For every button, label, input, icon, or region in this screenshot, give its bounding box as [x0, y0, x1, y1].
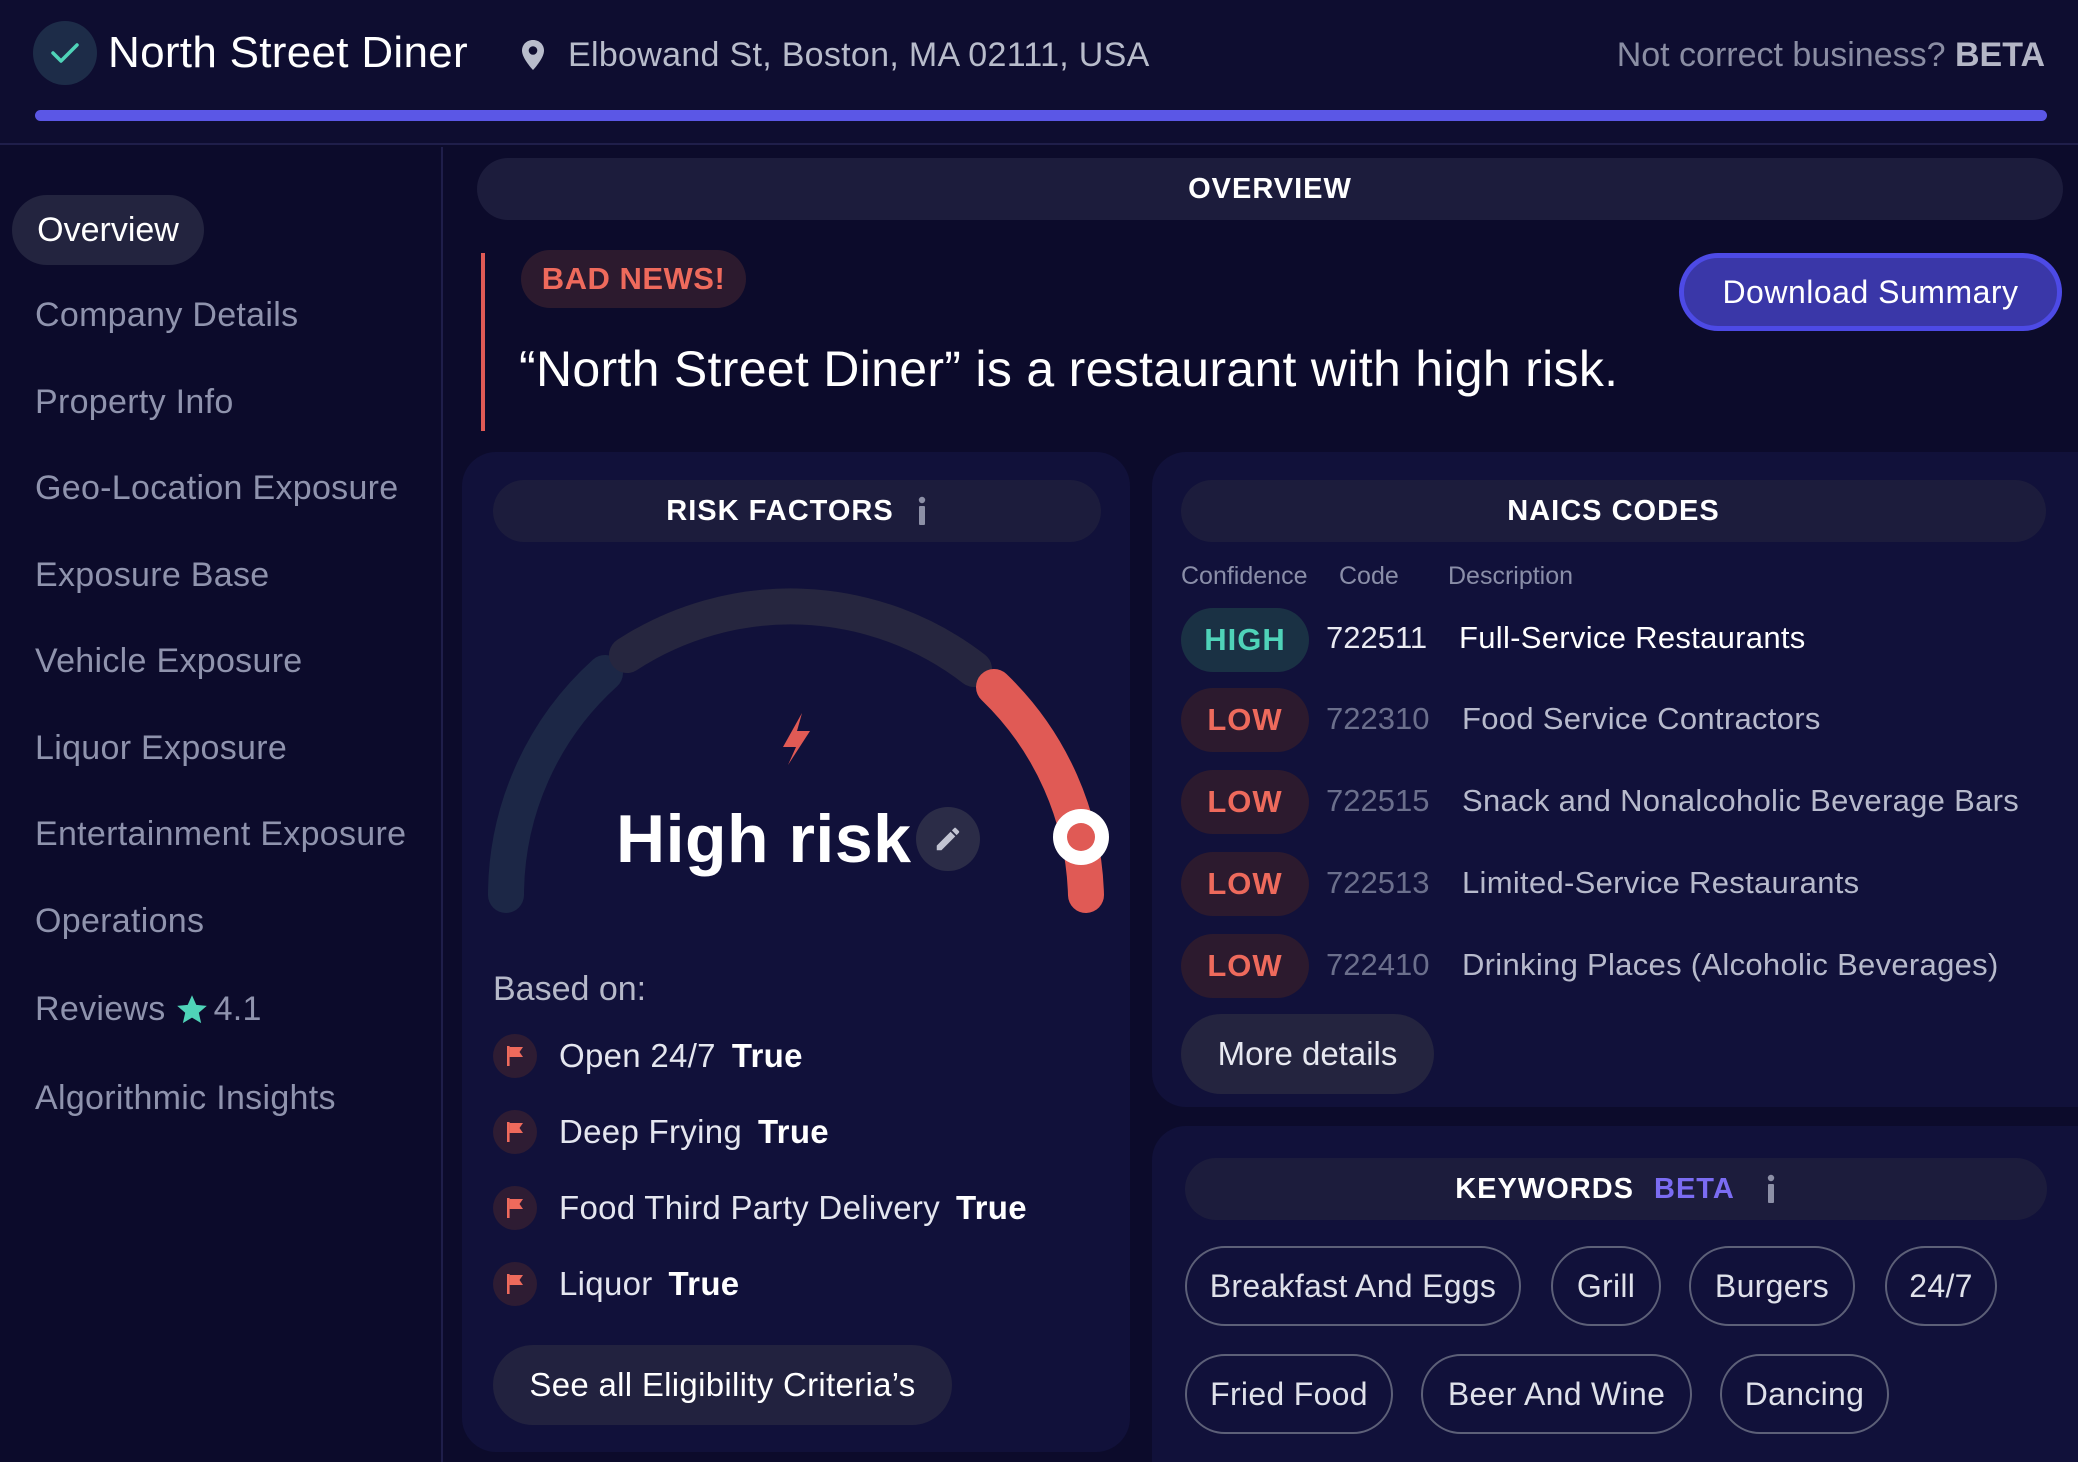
- risk-factor-row: Open 24/7 True: [493, 1032, 803, 1080]
- sidebar-item-algorithmic-insights[interactable]: Algorithmic Insights: [35, 1079, 336, 1118]
- risk-factor-row: Deep Frying True: [493, 1108, 829, 1156]
- not-correct-label: Not correct business?: [1616, 36, 1946, 74]
- keyword-chip[interactable]: Dancing: [1720, 1354, 1889, 1434]
- confidence-badge: LOW: [1181, 934, 1309, 998]
- sidebar-item-overview[interactable]: Overview: [12, 195, 204, 265]
- sidebar-item-geo-location-exposure[interactable]: Geo-Location Exposure: [35, 469, 399, 508]
- naics-code: 722410: [1326, 947, 1430, 982]
- keyword-chip[interactable]: Beer And Wine: [1421, 1354, 1692, 1434]
- risk-factors-title: RISK FACTORS: [666, 494, 894, 527]
- keyword-chip[interactable]: Grill: [1551, 1246, 1661, 1326]
- keyword-chip[interactable]: Fried Food: [1185, 1354, 1393, 1434]
- column-header-confidence: Confidence: [1181, 562, 1308, 590]
- top-header: North Street Diner Elbowand St, Boston, …: [0, 0, 2078, 145]
- risk-factor-row: Liquor True: [493, 1260, 739, 1308]
- naics-description: Limited-Service Restaurants: [1462, 865, 1860, 900]
- naics-codes-header: NAICS CODES: [1181, 480, 2046, 542]
- more-details-button[interactable]: More details: [1181, 1014, 1434, 1094]
- risk-headline: “North Street Diner” is a restaurant wit…: [519, 341, 1619, 397]
- flag-icon: [493, 1262, 537, 1306]
- column-header-code: Code: [1339, 562, 1399, 590]
- confidence-badge: LOW: [1181, 688, 1309, 752]
- flag-icon: [493, 1186, 537, 1230]
- column-header-description: Description: [1448, 562, 1574, 590]
- naics-description: Food Service Contractors: [1462, 701, 1821, 736]
- sidebar-item-operations[interactable]: Operations: [35, 902, 204, 941]
- keyword-chip[interactable]: 24/7: [1885, 1246, 1997, 1326]
- naics-code: 722310: [1326, 701, 1430, 736]
- sidebar-item-liquor-exposure[interactable]: Liquor Exposure: [35, 729, 287, 768]
- keyword-chip[interactable]: Burgers: [1689, 1246, 1855, 1326]
- based-on-label: Based on:: [493, 970, 647, 1008]
- risk-factor-label: Food Third Party Delivery: [559, 1189, 941, 1226]
- not-correct-business-link[interactable]: Not correct business? BETA: [1617, 36, 2045, 75]
- download-summary-button[interactable]: Download Summary: [1679, 253, 2062, 331]
- risk-factor-value: True: [731, 1037, 803, 1074]
- risk-gauge: [488, 588, 1109, 913]
- naics-description: Drinking Places (Alcoholic Beverages): [1462, 947, 1999, 982]
- sidebar-item-exposure-base[interactable]: Exposure Base: [35, 556, 269, 595]
- info-icon[interactable]: [1765, 1174, 1777, 1204]
- sidebar-item-property-info[interactable]: Property Info: [35, 383, 234, 422]
- see-all-eligibility-button[interactable]: See all Eligibility Criteria’s: [493, 1345, 952, 1425]
- risk-factor-label: Deep Frying: [559, 1113, 743, 1150]
- overview-section-header: OVERVIEW: [477, 158, 2063, 220]
- naics-code: 722511: [1326, 620, 1428, 655]
- lightning-icon: [783, 713, 810, 765]
- location-pin-icon: [520, 38, 546, 77]
- sidebar-item-reviews[interactable]: Reviews 4.1: [35, 990, 262, 1029]
- info-icon[interactable]: [916, 496, 928, 526]
- naics-code: 722515: [1326, 783, 1430, 818]
- risk-factor-value: True: [758, 1113, 829, 1150]
- naics-description: Full-Service Restaurants: [1459, 620, 1806, 655]
- keywords-beta-label: BETA: [1654, 1172, 1735, 1205]
- reviews-label: Reviews: [35, 990, 166, 1028]
- pencil-icon: [936, 827, 960, 851]
- confidence-badge: LOW: [1181, 770, 1309, 834]
- risk-factors-header: RISK FACTORS: [493, 480, 1101, 542]
- risk-factor-label: Liquor: [559, 1265, 653, 1302]
- keywords-title: KEYWORDS: [1455, 1172, 1634, 1205]
- sidebar: [0, 147, 443, 1462]
- sidebar-item-entertainment-exposure[interactable]: Entertainment Exposure: [35, 815, 406, 854]
- flag-icon: [493, 1110, 537, 1154]
- star-icon: [176, 994, 207, 1023]
- naics-codes-title: NAICS CODES: [1507, 494, 1720, 527]
- business-name: North Street Diner: [108, 28, 468, 77]
- business-address: Elbowand St, Boston, MA 02111, USA: [568, 36, 1150, 74]
- risk-level-label: High risk: [616, 801, 912, 877]
- naics-code: 722513: [1326, 865, 1430, 900]
- alert-accent-bar: [481, 253, 485, 431]
- beta-label: BETA: [1954, 36, 2045, 74]
- keywords-header: KEYWORDS BETA: [1185, 1158, 2047, 1220]
- risk-factor-value: True: [956, 1189, 1027, 1226]
- bad-news-badge: BAD NEWS!: [521, 250, 746, 308]
- confidence-badge: LOW: [1181, 852, 1309, 916]
- reviews-rating: 4.1: [213, 990, 262, 1028]
- keyword-chip[interactable]: Breakfast And Eggs: [1185, 1246, 1521, 1326]
- naics-description: Snack and Nonalcoholic Beverage Bars: [1462, 783, 2020, 818]
- risk-factor-row: Food Third Party Delivery True: [493, 1184, 1027, 1232]
- risk-factor-value: True: [668, 1265, 740, 1302]
- risk-factor-label: Open 24/7: [559, 1037, 716, 1074]
- overview-title: OVERVIEW: [1188, 172, 1352, 205]
- edit-risk-button[interactable]: [916, 807, 980, 871]
- progress-bar: [35, 110, 2047, 121]
- confidence-badge: HIGH: [1181, 608, 1309, 672]
- verified-check-icon: [33, 21, 97, 85]
- flag-icon: [493, 1034, 537, 1078]
- sidebar-item-company-details[interactable]: Company Details: [35, 296, 298, 335]
- sidebar-item-vehicle-exposure[interactable]: Vehicle Exposure: [35, 642, 303, 681]
